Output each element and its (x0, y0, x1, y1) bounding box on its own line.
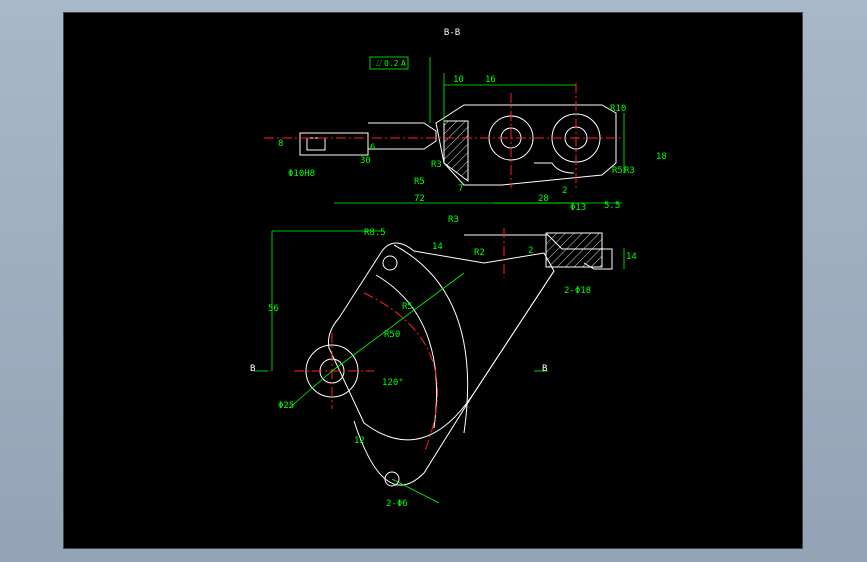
section-hatch-left (443, 120, 469, 182)
leader-r50 (331, 272, 465, 372)
section-marker-left: B (250, 364, 255, 374)
section-hatch-right (545, 232, 603, 268)
tolerance-datum: A (401, 59, 406, 68)
top-view (299, 104, 617, 186)
dim-r5b: R5 (612, 166, 623, 176)
dimension-lines (254, 57, 625, 504)
section-marker-right: B (542, 364, 547, 374)
dim-2b: 2 (528, 246, 533, 256)
tolerance-value: 0.2 (384, 59, 399, 68)
dim-r50: R50 (384, 330, 400, 340)
dim-5: 5.5 (604, 201, 620, 211)
dim-r3b: R3 (624, 166, 635, 176)
view-label: B-B (444, 28, 460, 38)
dim-14: 14 (432, 242, 443, 252)
dim-2-phi18: 2-Φ18 (564, 286, 591, 296)
dim-phi25: Φ25 (278, 401, 294, 411)
diagonal-edge (473, 270, 555, 394)
upper-hole (382, 255, 398, 271)
dim-phi13: Φ13 (570, 203, 586, 213)
dim-holes: 2-Φ6 (386, 499, 408, 509)
dim-12: 12 (354, 436, 365, 446)
cad-drawing: B-B ⌰ 0.2 A 10 16 R10 8 6 30 Φ10H8 R3 R5… (250, 28, 667, 509)
dim-8: 8 (278, 139, 283, 149)
dim-56: 56 (268, 304, 279, 314)
dim-6: 6 (370, 143, 375, 153)
dim-16: 16 (485, 75, 496, 85)
dim-r5: R5 (414, 177, 425, 187)
plate-outline (328, 242, 555, 441)
dim-30: 30 (360, 156, 371, 166)
leader-phi25 (288, 370, 333, 409)
left-lug-outline (299, 132, 369, 156)
drawing-frame: B-B ⌰ 0.2 A 10 16 R10 8 6 30 Φ10H8 R3 R5… (63, 12, 803, 549)
dim-72: 72 (414, 194, 425, 204)
dim-120deg: 120° (382, 378, 404, 388)
top-rib (368, 122, 437, 150)
centerlines (264, 83, 624, 454)
fillet-edge (534, 162, 575, 174)
dim-28: 28 (538, 194, 549, 204)
dim-r3c: R3 (448, 215, 459, 225)
dim-14b: 14 (626, 252, 637, 262)
web-outer (393, 244, 469, 434)
left-lug-slot (306, 137, 326, 151)
centerline-arc (363, 292, 438, 454)
dim-r5c: R5 (402, 302, 413, 312)
dim-10: 10 (453, 75, 464, 85)
flatness-symbol: ⌰ (376, 59, 382, 69)
front-view (305, 232, 613, 487)
dim-r8-5: R8.5 (364, 228, 386, 238)
dim-r3: R3 (431, 160, 442, 170)
dim-18: 18 (656, 152, 667, 162)
dim-r2: R2 (474, 248, 485, 258)
dim-7: 7 (458, 184, 463, 194)
dim-r10: R10 (610, 104, 626, 114)
dim-phi10: Φ10H8 (288, 169, 315, 179)
web-inner (375, 274, 437, 429)
dim-2: 2 (562, 186, 567, 196)
flatness-tolerance: ⌰ 0.2 A (369, 56, 409, 70)
